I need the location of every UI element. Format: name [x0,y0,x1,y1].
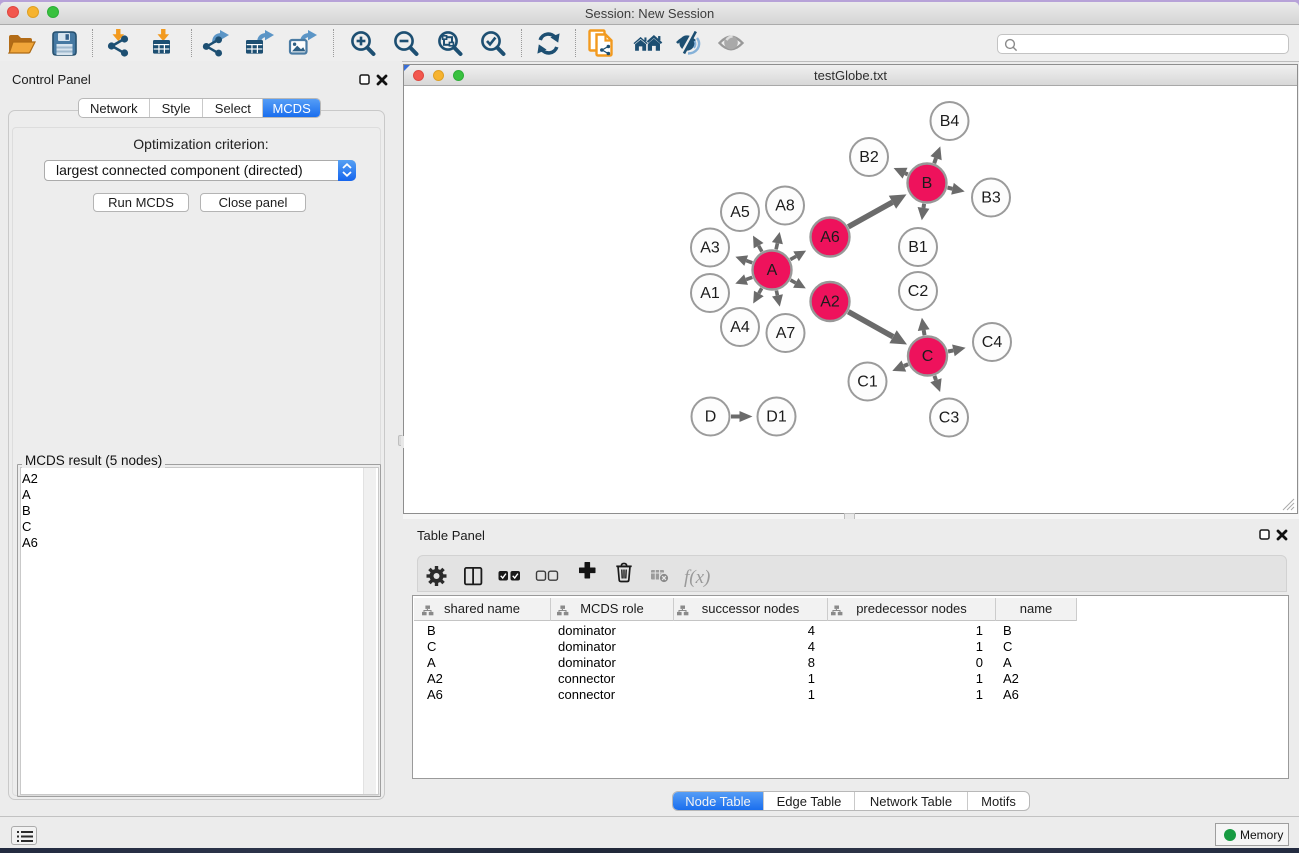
svg-text:D1: D1 [766,409,787,426]
svg-text:B1: B1 [908,239,928,256]
svg-text:B2: B2 [859,149,879,166]
svg-text:B: B [922,175,933,192]
svg-text:B3: B3 [981,190,1001,207]
svg-text:f(x): f(x) [684,567,710,588]
svg-text:C: C [922,348,934,365]
svg-text:C2: C2 [908,283,929,300]
svg-text:C3: C3 [939,410,960,427]
svg-text:A8: A8 [775,198,795,215]
svg-text:A5: A5 [730,204,750,221]
svg-text:A1: A1 [700,285,720,302]
svg-text:A: A [767,262,778,279]
svg-text:C4: C4 [982,334,1003,351]
svg-text:B4: B4 [940,113,960,130]
svg-text:D: D [705,409,717,426]
svg-text:A4: A4 [730,319,750,336]
svg-text:A7: A7 [776,325,796,342]
svg-text:A6: A6 [820,229,840,246]
svg-text:A3: A3 [700,240,720,257]
svg-text:A2: A2 [820,294,840,311]
svg-text:C1: C1 [857,374,878,391]
